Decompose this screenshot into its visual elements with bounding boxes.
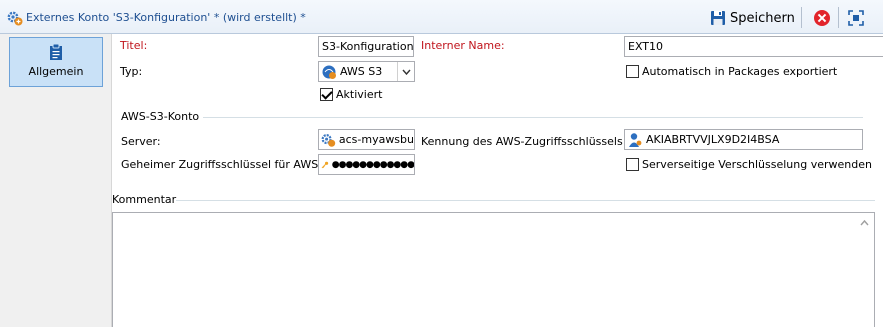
group-divider — [203, 117, 863, 118]
titel-value: S3-Konfiguration — [322, 40, 414, 53]
secret-value: ●●●●●●●●●●●● — [331, 159, 414, 170]
nav-item-allgemein[interactable]: Allgemein — [9, 37, 103, 87]
user-key-icon — [629, 132, 642, 147]
key-id-input[interactable]: AKIABRTVVJLX9D2I4BSA — [624, 129, 863, 150]
key-id-label: Kennung des AWS-Zugriffsschlüssels: — [421, 135, 627, 148]
server-input[interactable]: acs-myawsbu — [318, 129, 415, 150]
encryption-label: Serverseitige Verschlüsselung verwenden — [642, 158, 872, 171]
nav-item-label: Allgemein — [28, 65, 84, 78]
secret-input[interactable]: ●●●●●●●●●●●● — [318, 154, 415, 175]
window-titlebar: Externes Konto 'S3-Konfiguration' * (wir… — [0, 0, 883, 34]
save-button[interactable]: Speichern — [710, 7, 801, 29]
titel-input[interactable]: S3-Konfiguration — [318, 36, 414, 57]
key-id-value: AKIABRTVVJLX9D2I4BSA — [646, 133, 780, 146]
toolbar-separator — [801, 7, 802, 28]
interner-name-label: Interner Name: — [421, 39, 505, 52]
window-title: Externes Konto 'S3-Konfiguration' * (wir… — [26, 11, 306, 24]
secret-label: Geheimer Zugriffsschlüssel für AWS: — [121, 158, 322, 171]
interner-name-value: EXT10 — [628, 40, 664, 53]
aws-group-label: AWS-S3-Konto — [121, 110, 200, 123]
typ-label: Typ: — [120, 65, 143, 78]
close-icon[interactable] — [814, 10, 830, 26]
floppy-disk-icon — [711, 11, 725, 25]
encryption-checkbox[interactable] — [626, 158, 639, 171]
comment-divider — [176, 200, 875, 201]
scroll-up-icon[interactable] — [855, 216, 874, 230]
chevron-down-icon[interactable] — [397, 62, 414, 81]
key-icon — [321, 161, 329, 168]
server-gear-icon — [321, 133, 336, 147]
auto-export-checkbox[interactable] — [626, 65, 639, 78]
aktiviert-label: Aktiviert — [336, 88, 383, 101]
aws-cloud-icon — [322, 65, 336, 79]
typ-value: AWS S3 — [340, 65, 383, 78]
external-account-gear-icon — [7, 11, 23, 26]
titel-label: Titel: — [120, 39, 148, 52]
clipboard-icon — [50, 43, 62, 60]
server-value: acs-myawsbu — [338, 133, 414, 146]
auto-export-label: Automatisch in Packages exportiert — [642, 65, 838, 78]
interner-name-input[interactable]: EXT10 — [624, 36, 883, 57]
server-label: Server: — [121, 135, 161, 148]
comment-textarea[interactable] — [112, 212, 875, 327]
comment-label: Kommentar — [112, 193, 177, 206]
toolbar-separator — [838, 7, 839, 28]
typ-select[interactable]: AWS S3 — [318, 61, 415, 82]
aktiviert-checkbox[interactable] — [320, 88, 333, 101]
comment-scrollbar[interactable] — [855, 213, 874, 327]
save-button-label: Speichern — [730, 10, 795, 26]
maximize-icon[interactable] — [848, 10, 864, 26]
